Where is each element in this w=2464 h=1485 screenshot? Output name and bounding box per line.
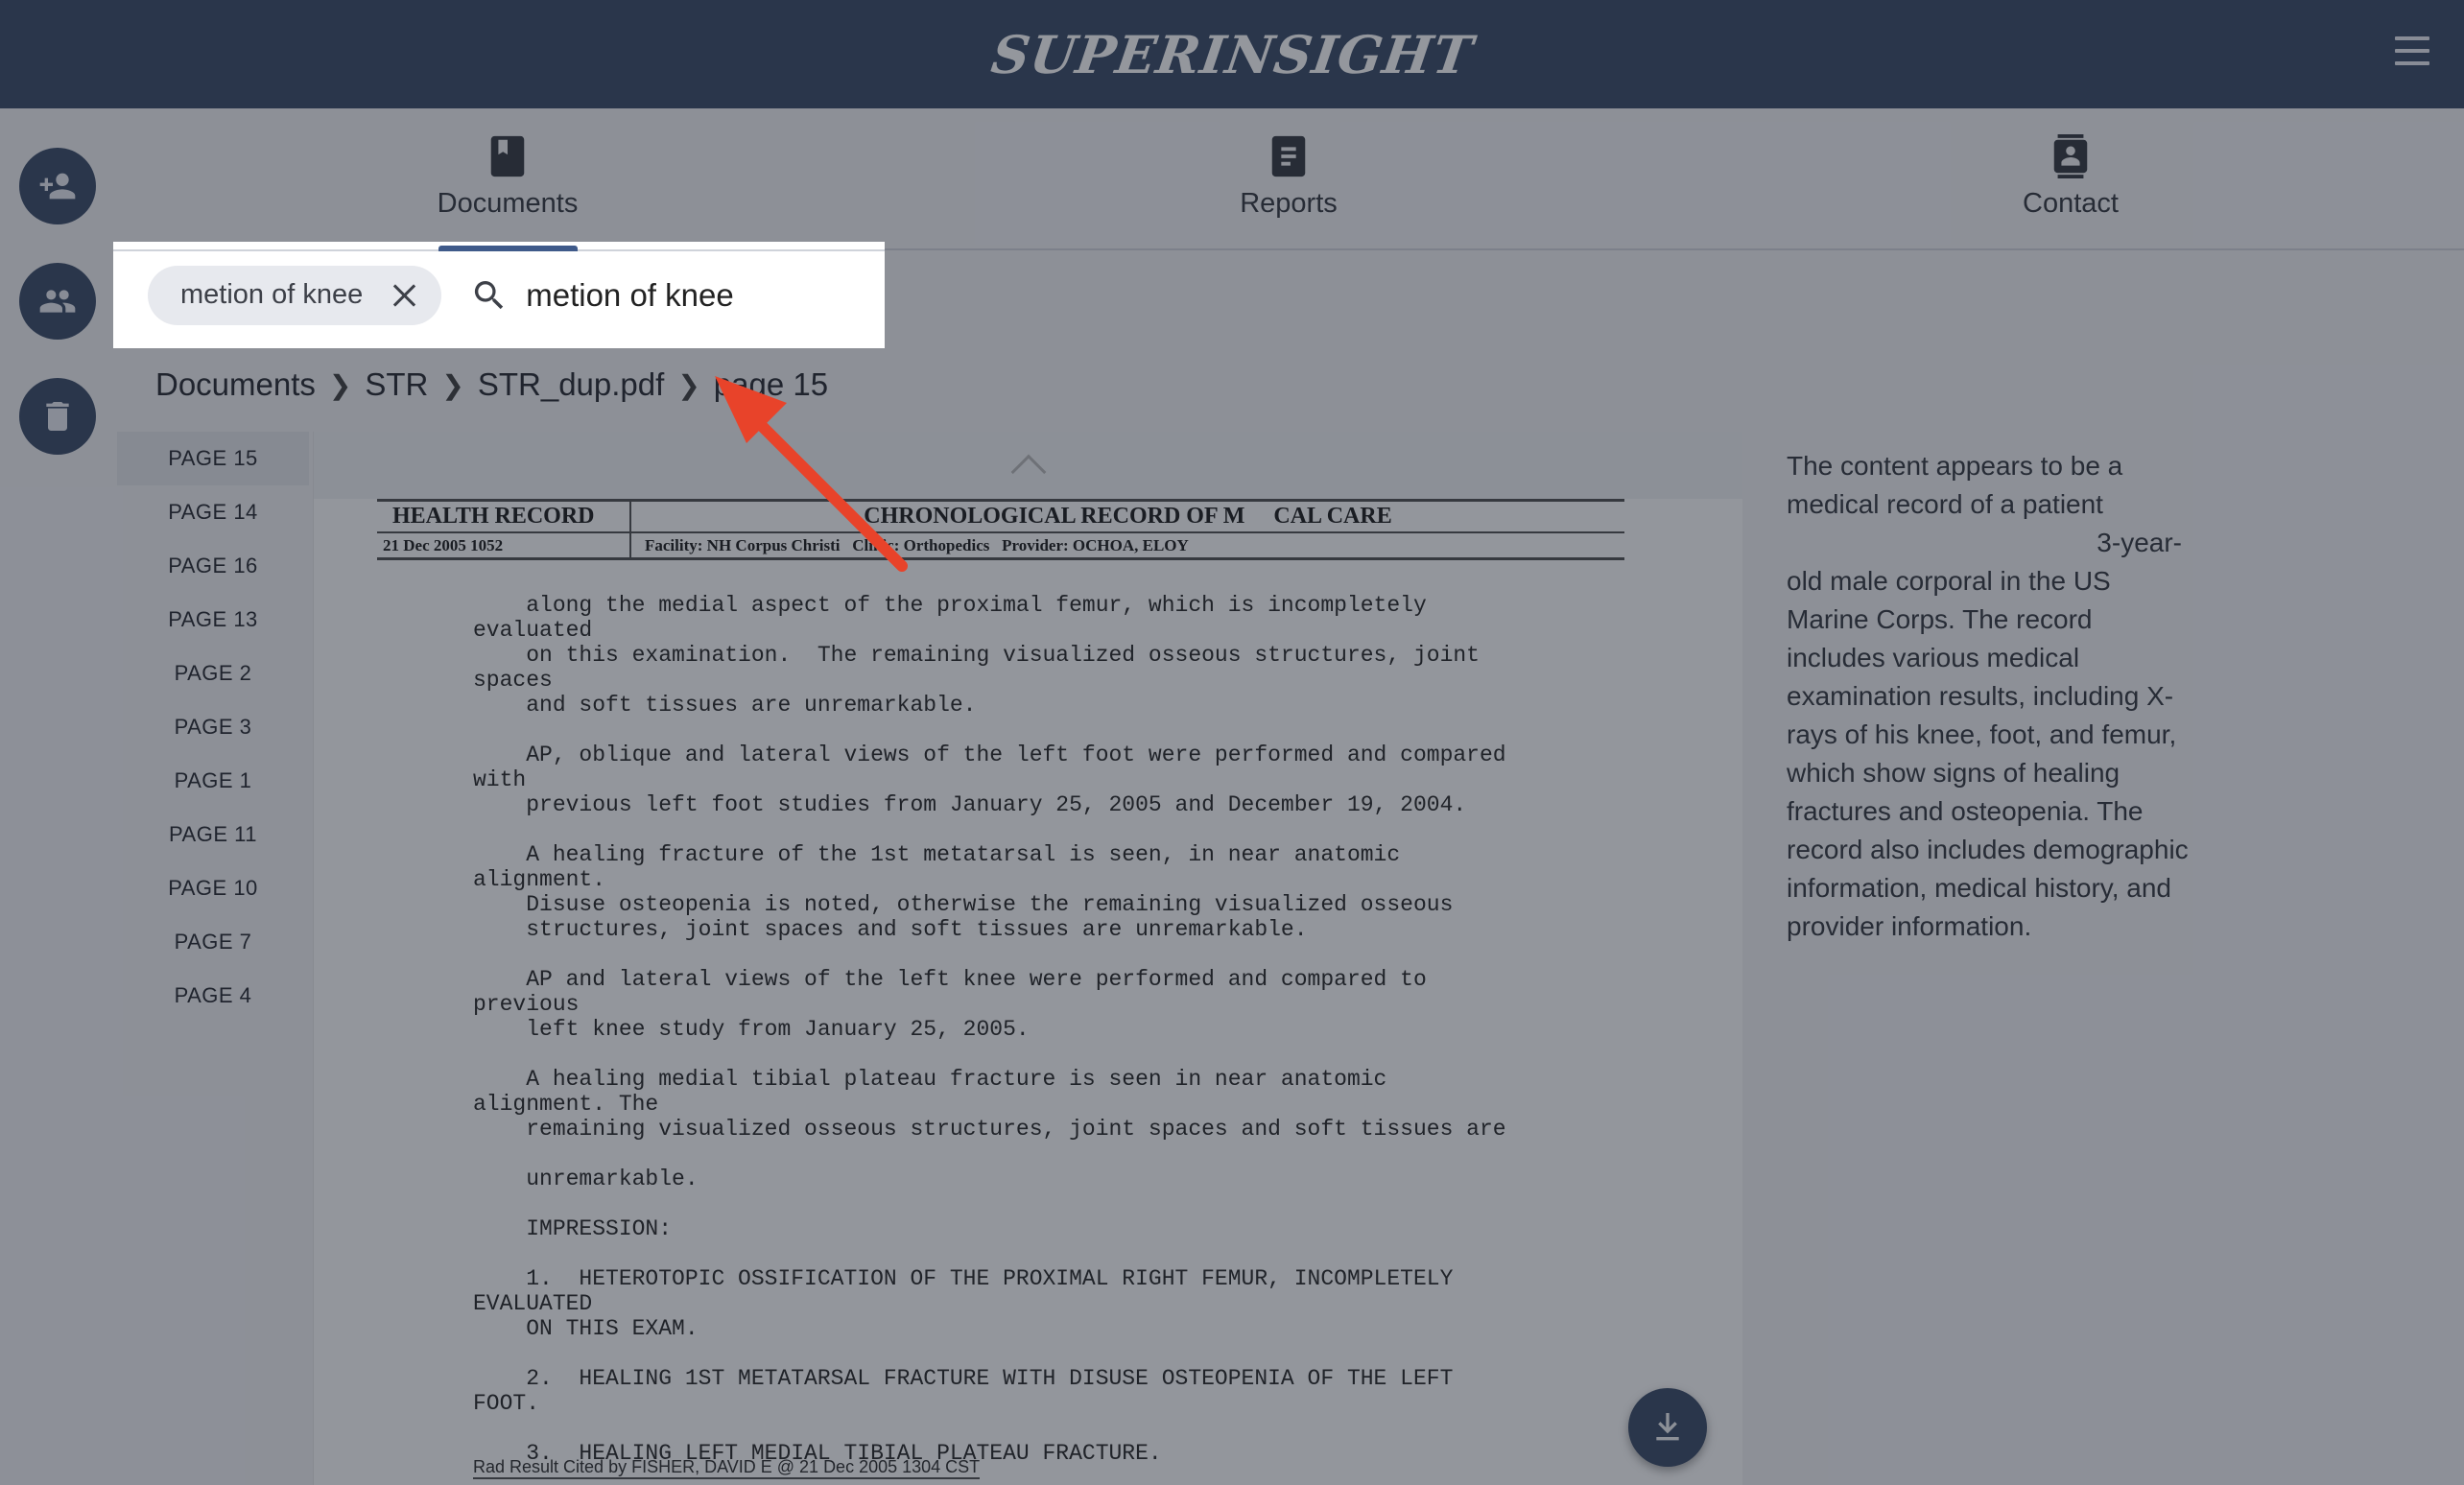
breadcrumb-file[interactable]: STR_dup.pdf — [478, 366, 664, 403]
page-item[interactable]: PAGE 16 — [117, 539, 309, 593]
chevron-right-icon: ❯ — [677, 369, 700, 400]
page-list: PAGE 15 PAGE 14 PAGE 16 PAGE 13 PAGE 2 P… — [117, 432, 309, 1023]
tab-label: Documents — [437, 188, 579, 219]
tab-contact[interactable]: Contact — [1879, 108, 2263, 250]
main-tabs: Documents Reports Contact — [117, 108, 2464, 250]
summary-text-rest: old male corporal in the US Marine Corps… — [1787, 566, 2189, 941]
search-popup: metion of knee — [113, 242, 885, 348]
chevron-right-icon: ❯ — [328, 369, 352, 400]
tab-reports[interactable]: Reports — [1097, 108, 1481, 250]
facility-info: Facility: NH Corpus Christi Clinic: Orth… — [645, 535, 1189, 554]
person-add-icon — [39, 173, 76, 200]
report-icon — [1269, 134, 1308, 178]
health-record-title: HEALTH RECORD — [377, 502, 631, 531]
scroll-up-button[interactable] — [314, 432, 1742, 499]
search-chip-label: metion of knee — [180, 279, 364, 310]
page-item[interactable]: PAGE 3 — [117, 700, 309, 754]
search-chip[interactable]: metion of knee — [148, 265, 442, 325]
summary-fragment: 3-year- — [2097, 528, 2182, 557]
chronological-title: CHRONOLOGICAL RECORD OF M CAL CARE — [864, 504, 1392, 529]
page-item[interactable]: PAGE 13 — [117, 593, 309, 647]
summary-text-start: The content appears to be a medical reco… — [1787, 451, 2123, 519]
page-item[interactable]: PAGE 14 — [117, 485, 309, 539]
delete-button[interactable] — [19, 378, 96, 455]
document-viewer[interactable]: HEALTH RECORD CHRONOLOGICAL RECORD OF M … — [313, 432, 1742, 1485]
group-button[interactable] — [19, 263, 96, 340]
page-item[interactable]: PAGE 1 — [117, 754, 309, 808]
record-datetime: 21 Dec 2005 1052 — [377, 533, 631, 557]
group-icon — [39, 290, 76, 313]
search-icon[interactable] — [470, 276, 509, 315]
document-summary: The content appears to be a medical reco… — [1787, 447, 2190, 946]
page-item[interactable]: PAGE 15 — [117, 432, 309, 485]
page-item[interactable]: PAGE 11 — [117, 808, 309, 861]
close-icon[interactable] — [391, 283, 416, 308]
active-tab-indicator — [438, 246, 578, 251]
page-item[interactable]: PAGE 4 — [117, 969, 309, 1023]
tab-label: Reports — [1240, 188, 1338, 219]
chevron-right-icon: ❯ — [441, 369, 464, 400]
document-footer: Rad Result Cited by FISHER, DAVID E @ 21… — [473, 1457, 981, 1479]
document-body-text: along the medial aspect of the proximal … — [473, 593, 1506, 1466]
hamburger-menu-icon[interactable] — [2395, 36, 2429, 65]
add-user-button[interactable] — [19, 148, 96, 224]
search-input[interactable] — [526, 276, 834, 314]
page-item[interactable]: PAGE 2 — [117, 647, 309, 700]
tab-label: Contact — [2023, 188, 2119, 219]
book-icon — [488, 134, 527, 178]
breadcrumb: Documents ❯ STR ❯ STR_dup.pdf ❯ page 15 — [155, 365, 828, 405]
chevron-up-icon — [1010, 454, 1046, 490]
brand-logo[interactable]: SUPERINSIGHT — [987, 24, 1477, 85]
download-icon — [1656, 1413, 1679, 1441]
breadcrumb-page: page 15 — [713, 366, 829, 402]
page-item[interactable]: PAGE 7 — [117, 915, 309, 969]
trash-icon — [46, 402, 69, 431]
tab-documents[interactable]: Documents — [316, 108, 699, 250]
document-header: HEALTH RECORD CHRONOLOGICAL RECORD OF M … — [377, 499, 1624, 560]
breadcrumb-folder[interactable]: STR — [365, 366, 428, 403]
download-button[interactable] — [1628, 1388, 1707, 1467]
app-header: SUPERINSIGHT — [0, 0, 2464, 108]
contact-icon — [2051, 134, 2090, 178]
breadcrumb-documents[interactable]: Documents — [155, 366, 316, 403]
page-item[interactable]: PAGE 10 — [117, 861, 309, 915]
